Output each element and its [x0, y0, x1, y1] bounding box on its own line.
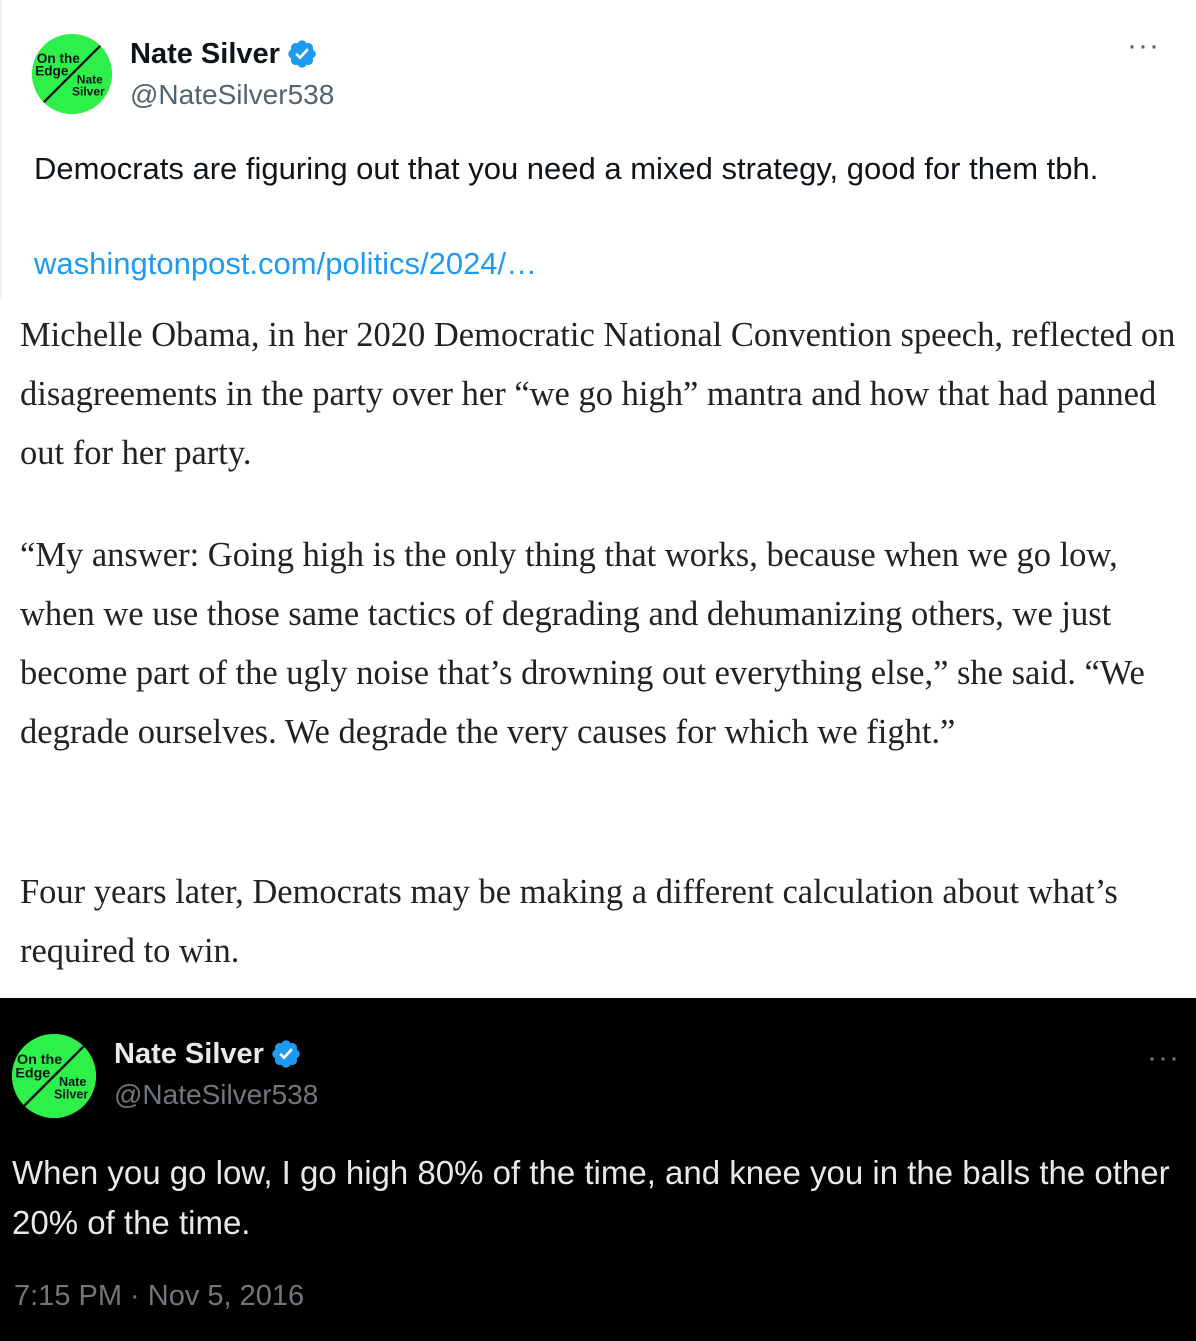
svg-text:Silver: Silver [72, 85, 105, 99]
quoted-tweet[interactable]: On the Edge Nate Silver Nate Silver @Nat… [0, 998, 1196, 1341]
more-options-icon[interactable]: ··· [1127, 31, 1160, 61]
article-link[interactable]: washingtonpost.com/politics/2024/… [34, 243, 537, 285]
avatar-logo: On the Edge Nate Silver [12, 1034, 96, 1118]
svg-text:Edge: Edge [15, 1066, 50, 1082]
article-paragraph: Michelle Obama, in her 2020 Democratic N… [20, 316, 1176, 472]
tweet-timestamp[interactable]: 7:15 PM · Nov 5, 2016 [14, 1278, 304, 1314]
article-excerpt-image[interactable]: Michelle Obama, in her 2020 Democratic N… [0, 300, 1196, 998]
tweet-text: Democrats are figuring out that you need… [34, 151, 1099, 186]
avatar[interactable]: On the Edge Nate Silver [12, 1034, 96, 1118]
author-name-row[interactable]: Nate Silver [114, 1036, 302, 1072]
author-name-row[interactable]: Nate Silver [130, 36, 318, 72]
verified-badge-icon[interactable] [270, 1038, 302, 1070]
article-paragraph: Four years later, Democrats may be makin… [20, 873, 1118, 970]
avatar-logo: On the Edge Nate Silver [32, 34, 112, 114]
divider [0, 0, 2, 300]
svg-text:Silver: Silver [54, 1088, 88, 1102]
top-tweet: On the Edge Nate Silver Nate Silver @Nat… [0, 0, 1196, 300]
more-options-icon[interactable]: ··· [1147, 1043, 1180, 1073]
avatar[interactable]: On the Edge Nate Silver [32, 34, 112, 114]
author-name[interactable]: Nate Silver [130, 36, 280, 72]
svg-text:Edge: Edge [35, 64, 69, 79]
tweet-text: When you go low, I go high 80% of the ti… [12, 1154, 1170, 1241]
author-name[interactable]: Nate Silver [114, 1036, 264, 1072]
verified-badge-icon[interactable] [286, 38, 318, 70]
author-handle[interactable]: @NateSilver538 [114, 1078, 318, 1112]
author-handle[interactable]: @NateSilver538 [130, 78, 334, 112]
article-paragraph: “My answer: Going high is the only thing… [20, 536, 1145, 751]
